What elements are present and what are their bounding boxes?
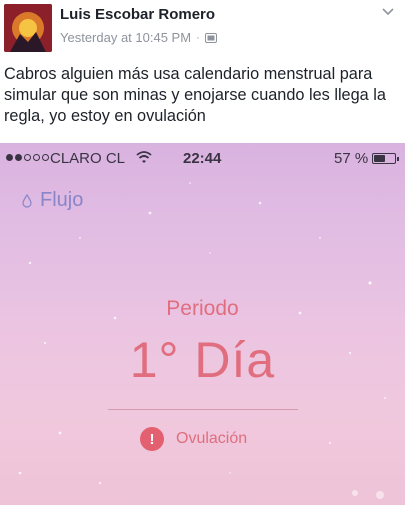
post-meta: Yesterday at 10:45 PM · (60, 30, 217, 45)
meta-separator: · (196, 31, 200, 44)
day-counter: 1° Día (129, 332, 276, 388)
divider (108, 409, 298, 410)
flow-label: Flujo (40, 189, 84, 211)
avatar[interactable] (4, 4, 52, 52)
battery-icon (372, 153, 399, 164)
status-bar: CLARO CL 22:44 57 % (0, 149, 405, 169)
wifi-icon (136, 151, 152, 163)
flow-button[interactable]: Flujo (22, 189, 83, 212)
signal-icon (6, 154, 49, 161)
battery-fill (374, 155, 386, 162)
author-name[interactable]: Luis Escobar Romero (60, 6, 215, 23)
post-text: Cabros alguien más usa calendario menstr… (4, 65, 386, 125)
post-timestamp[interactable]: Yesterday at 10:45 PM (60, 30, 191, 45)
embedded-screenshot: CLARO CL 22:44 57 % Flujo Periodo 1° Día… (0, 143, 405, 505)
alert-icon: ! (140, 427, 164, 451)
post-header: Luis Escobar Romero Yesterday at 10:45 P… (0, 0, 405, 58)
battery-percentage: 57 % (334, 150, 369, 167)
carrier-name: CLARO CL (50, 150, 126, 167)
status-time: 22:44 (183, 150, 222, 167)
globe-icon (204, 32, 217, 43)
droplet-icon (22, 193, 32, 208)
chevron-down-icon[interactable] (381, 4, 395, 18)
ovulation-label: Ovulación (176, 430, 248, 447)
period-label: Periodo (166, 297, 239, 320)
ovulation-indicator[interactable]: ! Ovulación (140, 427, 247, 451)
